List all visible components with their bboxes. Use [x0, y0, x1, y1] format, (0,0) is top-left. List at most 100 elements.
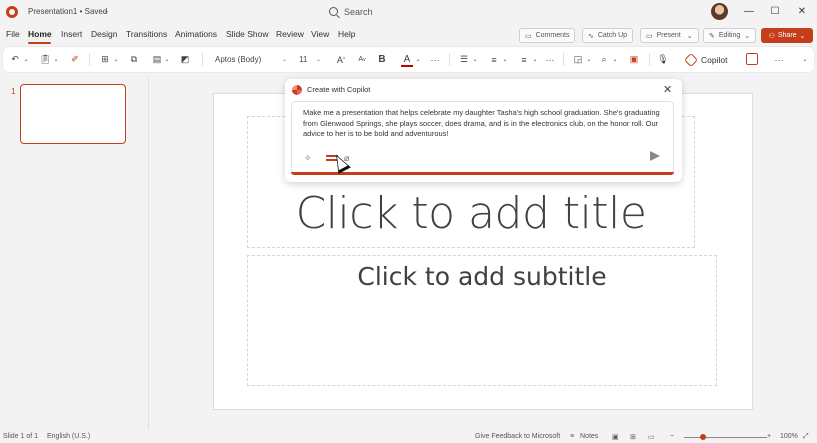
notes-icon: ≡ — [570, 433, 575, 440]
designer-pane-icon[interactable]: ▣ — [627, 53, 641, 66]
editing-mode-button[interactable]: ✎ Editing ⌄ — [703, 28, 757, 43]
shrink-font-button[interactable]: Av — [355, 53, 369, 66]
copilot-label: Copilot — [701, 54, 728, 65]
zoom-level[interactable]: 100% — [780, 433, 798, 440]
layout-icon[interactable]: ▤ — [150, 53, 164, 66]
catch-up-button[interactable]: ∿ Catch Up — [582, 28, 634, 43]
zoom-out-icon[interactable]: − — [670, 433, 674, 440]
copilot-dialog-title: Create with Copilot — [307, 85, 371, 94]
editing-label: Editing — [718, 32, 741, 39]
fit-slide-icon[interactable]: ⤢ — [803, 433, 809, 441]
tab-home[interactable]: Home — [28, 29, 52, 39]
tab-file[interactable]: File — [6, 29, 20, 39]
more-paragraph-button[interactable]: ··· — [543, 53, 557, 66]
avatar[interactable] — [711, 3, 728, 20]
search-icon — [329, 7, 338, 16]
undo-icon[interactable]: ↶ — [9, 53, 21, 66]
zoom-slider[interactable] — [684, 437, 767, 438]
subtitle-placeholder-text: Click to add subtitle — [357, 262, 607, 291]
active-tab-indicator — [28, 42, 51, 44]
normal-view-icon[interactable]: ▣ — [612, 433, 619, 441]
font-color-swatch — [401, 65, 413, 67]
close-icon[interactable]: ✕ — [795, 4, 809, 18]
chevron-down-icon[interactable]: ⌄ — [611, 53, 619, 66]
slide-sorter-icon[interactable]: ⊞ — [630, 433, 636, 441]
zoom-slider-thumb[interactable] — [700, 434, 706, 440]
shapes-icon[interactable]: ◲ — [571, 53, 585, 66]
more-options-button[interactable]: ··· — [771, 53, 787, 66]
font-color-label: A — [403, 54, 411, 65]
feedback-link[interactable]: Give Feedback to Microsoft — [475, 433, 560, 440]
microphone-icon[interactable]: 🎙︎ — [657, 53, 669, 66]
tab-insert[interactable]: Insert — [61, 29, 82, 39]
copilot-button[interactable]: Copilot — [683, 52, 728, 67]
chevron-down-icon[interactable]: ⌄ — [471, 53, 479, 66]
present-label: Present — [656, 32, 681, 39]
copilot-prompt-text[interactable]: Make me a presentation that helps celebr… — [303, 108, 665, 140]
catch-up-label: Catch Up — [597, 32, 628, 39]
comments-button[interactable]: ▭ Comments — [519, 28, 576, 43]
minimize-icon[interactable]: — — [742, 4, 756, 18]
send-icon[interactable] — [650, 151, 660, 161]
tab-help[interactable]: Help — [338, 29, 355, 39]
font-size-value: 11 — [299, 55, 308, 64]
copilot-icon — [683, 52, 699, 67]
language[interactable]: English (U.S.) — [47, 433, 90, 440]
align-icon[interactable]: ≡ — [517, 53, 531, 66]
chevron-down-icon[interactable]: ⌄ — [531, 53, 539, 66]
tab-animations[interactable]: Animations — [175, 29, 217, 39]
zoom-in-icon[interactable]: + — [767, 433, 771, 440]
catch-up-icon: ∿ — [588, 32, 594, 40]
chevron-down-icon[interactable]: ⌄ — [112, 53, 120, 66]
grow-font-button[interactable]: A ^ — [334, 53, 348, 66]
chevron-down-icon: ⌄ — [744, 32, 751, 40]
chevron-down-icon[interactable]: ⌄ — [585, 53, 593, 66]
format-painter-icon[interactable]: ✐ — [68, 53, 82, 66]
paste-icon[interactable]: 📋︎ — [39, 53, 51, 66]
share-button[interactable]: ⚇ Share ⌄ — [761, 28, 813, 43]
more-font-options-button[interactable]: ··· — [427, 53, 443, 66]
ribbon-separator — [202, 53, 203, 66]
reuse-slides-icon[interactable]: ⧉ — [127, 53, 141, 66]
present-button[interactable]: ▭ Present ⌄ — [640, 28, 699, 43]
chevron-down-icon[interactable]: ⌄ — [414, 53, 422, 66]
font-name-value: Aptos (Body) — [215, 55, 262, 64]
close-icon[interactable]: ✕ — [663, 83, 672, 96]
document-title[interactable]: Presentation1 • Saved — [28, 7, 107, 16]
chevron-down-icon[interactable]: ⌄ — [163, 53, 171, 66]
slide-count: Slide 1 of 1 — [3, 433, 39, 440]
ribbon-separator — [89, 53, 90, 66]
powerpoint-logo-icon — [6, 6, 18, 18]
search-box[interactable]: Search — [325, 4, 500, 19]
subtitle-placeholder[interactable]: Click to add subtitle — [247, 255, 717, 386]
reading-view-icon[interactable]: ▭ — [648, 433, 655, 441]
maximize-icon[interactable]: ☐ — [768, 4, 782, 18]
tab-design[interactable]: Design — [91, 29, 117, 39]
search-placeholder: Search — [344, 6, 373, 17]
chevron-down-icon[interactable]: ⌄ — [800, 53, 810, 66]
bullets-icon[interactable]: ☰ — [457, 53, 471, 66]
new-slide-icon[interactable]: ⊞ — [98, 53, 112, 66]
tab-view[interactable]: View — [311, 29, 329, 39]
designer-icon[interactable] — [746, 53, 758, 65]
chevron-down-icon[interactable]: ⌄ — [501, 53, 509, 66]
font-name-select[interactable]: Aptos (Body) ⌄ — [210, 52, 290, 67]
find-icon[interactable]: ⌕ — [597, 53, 611, 66]
tab-transitions[interactable]: Transitions — [126, 29, 167, 39]
ribbon: ↶ ⌄ 📋︎ ⌄ ✐ ⊞ ⌄ ⧉ ▤ ⌄ ◩ Aptos (Body) ⌄ 11… — [3, 47, 814, 72]
comment-icon: ▭ — [525, 32, 532, 40]
tab-slide-show[interactable]: Slide Show — [226, 29, 269, 39]
sparkle-icon[interactable]: ✧ — [304, 153, 312, 164]
title-placeholder-text: Click to add title — [295, 188, 647, 239]
notes-button[interactable]: Notes — [580, 433, 598, 440]
tab-review[interactable]: Review — [276, 29, 304, 39]
chevron-down-icon[interactable]: ⌄ — [22, 53, 30, 66]
chevron-down-icon[interactable]: ⌄ — [103, 6, 110, 15]
share-icon: ⚇ — [768, 32, 775, 40]
font-size-select[interactable]: 11 ⌄ — [296, 52, 324, 67]
numbering-icon[interactable]: ≡ — [487, 53, 501, 66]
slide-thumbnail[interactable] — [20, 84, 126, 144]
picture-icon[interactable]: ◩ — [178, 53, 192, 66]
chevron-down-icon[interactable]: ⌄ — [52, 53, 60, 66]
bold-button[interactable]: B — [376, 53, 388, 66]
